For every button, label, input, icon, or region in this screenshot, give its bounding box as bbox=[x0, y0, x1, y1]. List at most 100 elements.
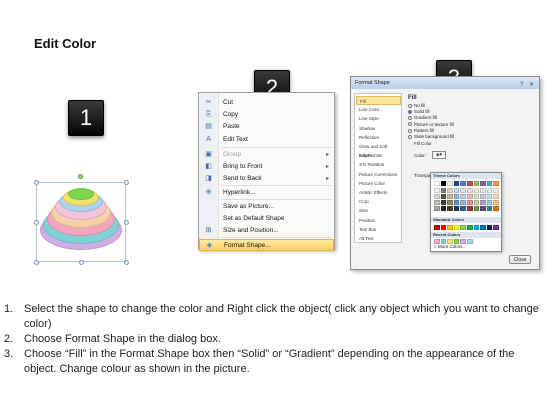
color-swatch[interactable] bbox=[453, 225, 460, 230]
category-item[interactable]: Line Style bbox=[356, 114, 401, 123]
category-item[interactable]: Glow and Soft Edges bbox=[356, 142, 401, 158]
category-item[interactable]: Reflection bbox=[356, 133, 401, 142]
resize-handle[interactable] bbox=[34, 180, 39, 185]
color-picker-button[interactable]: ◈▾ bbox=[432, 151, 446, 159]
color-swatch[interactable] bbox=[480, 200, 486, 205]
color-swatch[interactable] bbox=[440, 206, 447, 211]
color-swatch[interactable] bbox=[493, 206, 499, 211]
category-item[interactable]: Crop bbox=[356, 197, 401, 206]
context-menu-item[interactable]: ◧ Bring to Front ▸ bbox=[199, 161, 334, 173]
context-menu-item[interactable]: ◈ Format Shape... bbox=[199, 239, 334, 251]
radio-button[interactable] bbox=[408, 122, 412, 127]
category-item[interactable]: Shadow bbox=[356, 124, 401, 133]
fill-option[interactable]: Picture or texture fill bbox=[408, 122, 454, 128]
category-item[interactable]: Size bbox=[356, 206, 401, 215]
color-swatch[interactable] bbox=[460, 181, 466, 186]
radio-button[interactable] bbox=[408, 103, 412, 108]
color-swatch[interactable] bbox=[466, 200, 473, 205]
category-item[interactable]: Picture Corrections bbox=[356, 170, 401, 179]
resize-handle[interactable] bbox=[34, 220, 39, 225]
radio-button[interactable] bbox=[408, 134, 412, 139]
color-swatch[interactable] bbox=[434, 188, 440, 193]
color-swatch[interactable] bbox=[466, 181, 473, 186]
category-item[interactable]: Line Color bbox=[356, 105, 401, 114]
category-item[interactable]: 3-D Rotation bbox=[356, 160, 401, 169]
context-menu-item[interactable]: ◨ Send to Back ▸ bbox=[199, 173, 334, 185]
category-item[interactable]: 3-D Format bbox=[356, 151, 401, 160]
resize-handle[interactable] bbox=[34, 260, 39, 265]
color-swatch[interactable] bbox=[434, 200, 440, 205]
color-swatch[interactable] bbox=[473, 206, 480, 211]
color-swatch[interactable] bbox=[440, 200, 447, 205]
color-swatch[interactable] bbox=[473, 225, 480, 230]
color-swatch[interactable] bbox=[480, 194, 486, 199]
color-swatch[interactable] bbox=[447, 194, 453, 199]
color-swatch[interactable] bbox=[493, 181, 499, 186]
color-swatch[interactable] bbox=[453, 181, 460, 186]
color-swatch[interactable] bbox=[434, 194, 440, 199]
color-swatch[interactable] bbox=[473, 200, 480, 205]
color-swatch[interactable] bbox=[440, 225, 447, 230]
resize-handle[interactable] bbox=[124, 260, 129, 265]
color-swatch[interactable] bbox=[486, 206, 493, 211]
color-swatch[interactable] bbox=[480, 188, 486, 193]
category-item[interactable]: Alt Text bbox=[356, 234, 401, 243]
resize-handle[interactable] bbox=[124, 180, 129, 185]
context-menu-item[interactable]: ✂ Cut bbox=[199, 97, 334, 109]
color-swatch[interactable] bbox=[447, 188, 453, 193]
color-swatch[interactable] bbox=[466, 225, 473, 230]
context-menu-item[interactable]: ⊞ Size and Position... bbox=[199, 225, 334, 237]
more-colors-link[interactable]: ◐ More Colors... bbox=[434, 244, 466, 249]
color-swatch[interactable] bbox=[466, 188, 473, 193]
radio-button[interactable] bbox=[408, 116, 412, 121]
color-swatch[interactable] bbox=[486, 188, 493, 193]
fill-option[interactable]: No fill bbox=[408, 103, 425, 109]
color-swatch[interactable] bbox=[466, 239, 473, 244]
color-swatch[interactable] bbox=[480, 206, 486, 211]
color-swatch[interactable] bbox=[440, 188, 447, 193]
fill-option[interactable]: Slide background fill bbox=[408, 134, 454, 140]
close-icon[interactable]: ? ✕ bbox=[520, 79, 536, 91]
color-swatch[interactable] bbox=[440, 194, 447, 199]
color-swatch[interactable] bbox=[434, 206, 440, 211]
color-swatch[interactable] bbox=[473, 194, 480, 199]
fill-option[interactable]: Gradient fill bbox=[408, 115, 437, 121]
color-swatch[interactable] bbox=[473, 188, 480, 193]
context-menu-item[interactable]: Save as Picture... bbox=[199, 201, 334, 213]
context-menu-item[interactable]: Set as Default Shape bbox=[199, 213, 334, 225]
color-swatch[interactable] bbox=[493, 225, 499, 230]
color-swatch[interactable] bbox=[440, 181, 447, 186]
context-menu-item[interactable]: A Edit Text bbox=[199, 134, 334, 146]
color-swatch[interactable] bbox=[434, 181, 440, 186]
rotation-handle[interactable] bbox=[78, 174, 83, 179]
color-swatch[interactable] bbox=[480, 225, 486, 230]
color-swatch[interactable] bbox=[453, 200, 460, 205]
color-swatch[interactable] bbox=[486, 194, 493, 199]
category-item[interactable]: Artistic Effects bbox=[356, 188, 401, 197]
color-swatch[interactable] bbox=[486, 181, 493, 186]
color-swatch[interactable] bbox=[493, 194, 499, 199]
radio-button[interactable] bbox=[408, 128, 412, 133]
color-swatch[interactable] bbox=[447, 206, 453, 211]
color-swatch[interactable] bbox=[460, 194, 466, 199]
color-swatch[interactable] bbox=[460, 206, 466, 211]
color-swatch[interactable] bbox=[493, 200, 499, 205]
color-swatch[interactable] bbox=[480, 181, 486, 186]
color-swatch[interactable] bbox=[466, 206, 473, 211]
color-swatch[interactable] bbox=[453, 206, 460, 211]
color-swatch[interactable] bbox=[434, 225, 440, 230]
close-button[interactable]: Close bbox=[509, 255, 531, 264]
color-swatch[interactable] bbox=[473, 181, 480, 186]
category-item[interactable]: Text Box bbox=[356, 225, 401, 234]
color-swatch[interactable] bbox=[466, 194, 473, 199]
fill-option[interactable]: Pattern fill bbox=[408, 128, 434, 134]
context-menu-item[interactable]: ▣ Group ▸ bbox=[199, 149, 334, 161]
resize-handle[interactable] bbox=[79, 260, 84, 265]
category-item[interactable]: Picture Color bbox=[356, 179, 401, 188]
category-item[interactable]: Position bbox=[356, 216, 401, 225]
color-swatch[interactable] bbox=[460, 225, 466, 230]
color-swatch[interactable] bbox=[486, 225, 493, 230]
fill-option[interactable]: Solid fill bbox=[408, 109, 430, 115]
color-swatch[interactable] bbox=[447, 200, 453, 205]
category-item[interactable]: Fill bbox=[356, 96, 401, 105]
